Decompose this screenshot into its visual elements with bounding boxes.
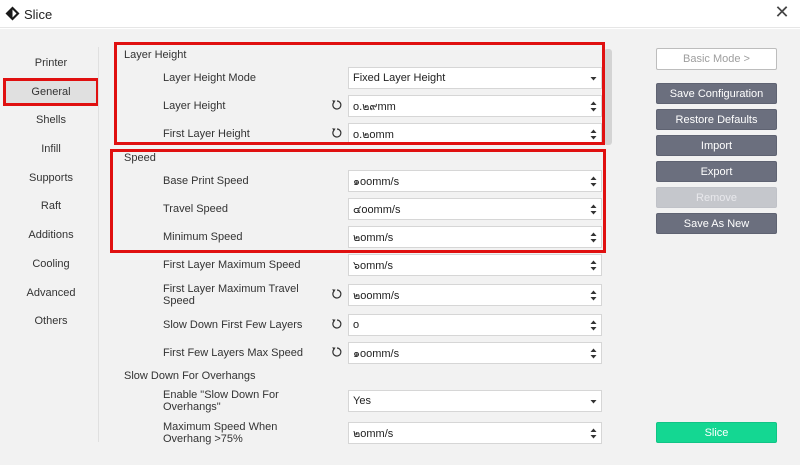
reset-icon[interactable] [331,346,343,358]
minimum-speed-label: Minimum Speed [163,231,243,243]
basic-mode-button[interactable]: Basic Mode > [656,48,777,70]
form-scrollbar[interactable] [604,49,612,145]
nav-item-shells[interactable]: Shells [2,106,100,135]
row-first-layers-max-speed: First Few Layers Max Speed ๑oomm/s [110,340,610,366]
remove-button[interactable]: Remove [656,187,777,208]
first-layer-max-speed-input[interactable]: ๖omm/s [348,254,602,276]
nav-item-printer[interactable]: Printer [2,49,100,78]
reset-icon[interactable] [331,288,343,300]
first-layer-max-speed-value: ๖omm/s [353,260,393,272]
layer-height-mode-label: Layer Height Mode [163,72,256,84]
import-button[interactable]: Import [656,135,777,156]
minimum-speed-value: ๒omm/s [353,232,394,244]
row-first-layer-max-travel-speed: First Layer Maximum Travel Speed ๒oomm/s [110,282,610,308]
enable-slow-down-label: Enable "Slow Down For Overhangs" [163,389,279,413]
row-travel-speed: Travel Speed ๔oomm/s [110,196,610,222]
layer-height-label: Layer Height [163,100,226,112]
row-layer-height: Layer Height o.๒๙mm [110,93,610,119]
app-logo-icon [5,6,20,21]
slow-down-first-layers-input[interactable]: o [348,314,602,336]
dropdown-arrow-icon [590,400,597,404]
spinner-icon[interactable] [590,427,597,440]
enable-slow-down-select[interactable]: Yes [348,390,602,412]
nav-item-general[interactable]: General [3,77,99,107]
layer-height-value: o.๒๙mm [353,101,396,113]
travel-speed-value: ๔oomm/s [353,204,401,216]
row-first-layer-height: First Layer Height o.๒omm [110,121,610,147]
spinner-icon[interactable] [590,289,597,302]
first-layers-max-speed-input[interactable]: ๑oomm/s [348,342,602,364]
travel-speed-input[interactable]: ๔oomm/s [348,198,602,220]
reset-icon[interactable] [331,318,343,330]
row-minimum-speed: Minimum Speed ๒omm/s [110,224,610,250]
first-layer-max-travel-speed-value: ๒oomm/s [353,290,400,302]
base-print-speed-value: ๑oomm/s [353,176,400,188]
first-layer-max-travel-speed-input[interactable]: ๒oomm/s [348,284,602,306]
row-max-speed-overhang: Maximum Speed When Overhang >75% ๒omm/s [110,420,610,446]
first-layer-max-speed-label: First Layer Maximum Speed [163,259,301,271]
first-layers-max-speed-label: First Few Layers Max Speed [163,347,303,359]
spinner-icon[interactable] [590,231,597,244]
layer-height-mode-select[interactable]: Fixed Layer Height [348,67,602,89]
minimum-speed-input[interactable]: ๒omm/s [348,226,602,248]
spinner-icon[interactable] [590,319,597,332]
reset-icon[interactable] [331,99,343,111]
slow-down-first-layers-label: Slow Down First Few Layers [163,319,303,331]
slow-down-first-layers-value: o [353,319,360,331]
nav-item-others[interactable]: Others [2,307,100,336]
first-layer-height-value: o.๒omm [353,129,394,141]
base-print-speed-input[interactable]: ๑oomm/s [348,170,602,192]
restore-defaults-button[interactable]: Restore Defaults [656,109,777,130]
window-title: Slice [24,7,53,22]
section-slow-down-overhangs: Slow Down For Overhangs [124,370,256,382]
spinner-icon[interactable] [590,347,597,360]
first-layer-height-label: First Layer Height [163,128,250,140]
title-bar: Slice ✕ [0,0,800,28]
dropdown-arrow-icon [590,77,597,81]
section-speed: Speed [124,152,156,164]
nav-item-supports[interactable]: Supports [2,164,100,193]
layer-height-input[interactable]: o.๒๙mm [348,95,602,117]
spinner-icon[interactable] [590,203,597,216]
reset-icon[interactable] [331,127,343,139]
nav-item-advanced[interactable]: Advanced [2,279,100,308]
row-first-layer-max-speed: First Layer Maximum Speed ๖omm/s [110,252,610,278]
layer-height-mode-value: Fixed Layer Height [353,72,446,84]
first-layer-max-travel-speed-label: First Layer Maximum Travel Speed [163,283,299,307]
spinner-icon[interactable] [590,128,597,141]
row-enable-slow-down: Enable "Slow Down For Overhangs" Yes [110,388,610,414]
save-configuration-button[interactable]: Save Configuration [656,83,777,104]
nav-item-raft[interactable]: Raft [2,192,100,221]
nav-item-cooling[interactable]: Cooling [2,250,100,279]
nav-item-additions[interactable]: Additions [2,221,100,250]
enable-slow-down-value: Yes [353,395,371,407]
spinner-icon[interactable] [590,259,597,272]
export-button[interactable]: Export [656,161,777,182]
first-layers-max-speed-value: ๑oomm/s [353,348,400,360]
travel-speed-label: Travel Speed [163,203,229,215]
first-layer-height-input[interactable]: o.๒omm [348,123,602,145]
slice-button[interactable]: Slice [656,422,777,443]
settings-form: Layer Height Layer Height Mode Fixed Lay… [110,29,610,465]
max-speed-overhang-input[interactable]: ๒omm/s [348,422,602,444]
main-content: Printer General Shells Infill Supports R… [0,29,800,465]
spinner-icon[interactable] [590,100,597,113]
nav-divider [98,47,99,442]
spinner-icon[interactable] [590,175,597,188]
close-icon[interactable]: ✕ [772,3,792,23]
max-speed-overhang-value: ๒omm/s [353,428,394,440]
row-slow-down-first-layers: Slow Down First Few Layers o [110,312,610,338]
settings-nav: Printer General Shells Infill Supports R… [2,49,100,336]
nav-item-infill[interactable]: Infill [2,135,100,164]
max-speed-overhang-label: Maximum Speed When Overhang >75% [163,421,278,445]
section-layer-height: Layer Height [124,49,187,61]
base-print-speed-label: Base Print Speed [163,175,249,187]
save-as-new-button[interactable]: Save As New [656,213,777,234]
row-base-print-speed: Base Print Speed ๑oomm/s [110,168,610,194]
row-layer-height-mode: Layer Height Mode Fixed Layer Height [110,65,610,91]
